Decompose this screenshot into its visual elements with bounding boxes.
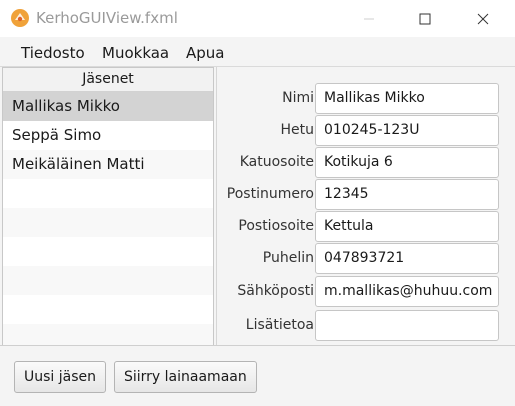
ssn-label: Hetu (280, 122, 314, 138)
phone-field[interactable]: 047893721 (315, 243, 499, 274)
postal-city-label: Postiosoite (238, 218, 314, 234)
postcode-label: Postinumero (226, 186, 314, 202)
phone-label: Puhelin (262, 250, 314, 266)
window-title: KerhoGUIView.fxml (36, 9, 178, 27)
close-button[interactable] (460, 0, 506, 37)
go-lend-button[interactable]: Siirry lainaamaan (114, 361, 257, 393)
maximize-button[interactable] (402, 0, 448, 37)
empty-list-row (3, 266, 213, 295)
notes-field[interactable] (315, 310, 499, 341)
street-address-label: Katuosoite (239, 154, 314, 170)
form-row-name: Nimi Mallikas Mikko (217, 83, 514, 115)
form-row-city: Postiosoite Kettula (217, 211, 514, 243)
form-row-phone: Puhelin 047893721 (217, 243, 514, 275)
menu-file[interactable]: Tiedosto (21, 44, 85, 62)
minimize-button[interactable] (346, 0, 392, 37)
notes-label: Lisätietoa (245, 317, 314, 333)
members-list-header: Jäsenet (3, 68, 213, 92)
maximize-icon (419, 13, 431, 24)
button-bar: Uusi jäsen Siirry lainaamaan (0, 345, 515, 406)
list-item[interactable]: Seppä Simo (3, 121, 213, 150)
app-logo-icon (11, 9, 29, 27)
name-field[interactable]: Mallikas Mikko (315, 83, 499, 114)
list-item[interactable]: Meikäläinen Matti (3, 150, 213, 179)
street-address-field[interactable]: Kotikuja 6 (315, 147, 499, 178)
menu-bar: Tiedosto Muokkaa Apua (0, 37, 515, 67)
name-label: Nimi (282, 90, 314, 106)
members-list-body: Mallikas Mikko Seppä Simo Meikäläinen Ma… (3, 92, 213, 346)
main-content: Jäsenet Mallikas Mikko Seppä Simo Meikäl… (0, 67, 515, 347)
empty-list-row (3, 237, 213, 266)
form-row-email: Sähköposti m.mallikas@huhuu.com (217, 276, 514, 308)
new-member-button[interactable]: Uusi jäsen (14, 361, 107, 393)
close-icon (477, 13, 489, 24)
empty-list-row (3, 179, 213, 208)
minimize-icon (364, 18, 374, 19)
postcode-field[interactable]: 12345 (315, 179, 499, 210)
form-row-postcode: Postinumero 12345 (217, 179, 514, 211)
email-label: Sähköposti (237, 283, 314, 299)
postal-city-field[interactable]: Kettula (315, 211, 499, 242)
member-details-form: Nimi Mallikas Mikko Hetu 010245-123U Kat… (216, 67, 513, 347)
empty-list-row (3, 295, 213, 324)
list-item[interactable]: Mallikas Mikko (3, 92, 213, 121)
ssn-field[interactable]: 010245-123U (315, 115, 499, 146)
form-row-street: Katuosoite Kotikuja 6 (217, 147, 514, 179)
form-row-ssn: Hetu 010245-123U (217, 115, 514, 147)
menu-help[interactable]: Apua (186, 44, 224, 62)
empty-list-row (3, 208, 213, 237)
members-list[interactable]: Jäsenet Mallikas Mikko Seppä Simo Meikäl… (2, 67, 214, 347)
menu-edit[interactable]: Muokkaa (102, 44, 169, 62)
empty-list-row (3, 324, 213, 346)
form-row-notes: Lisätietoa (217, 310, 514, 342)
title-bar: KerhoGUIView.fxml (0, 0, 515, 37)
email-field[interactable]: m.mallikas@huhuu.com (315, 276, 499, 307)
